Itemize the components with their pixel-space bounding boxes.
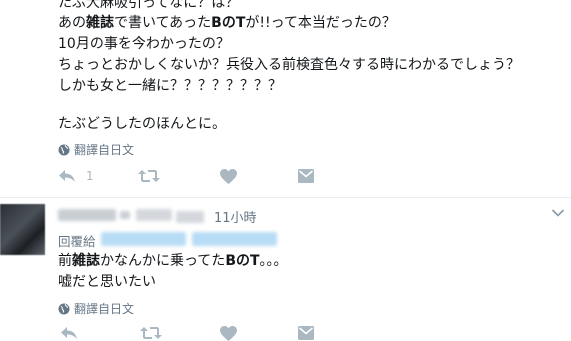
dm-button[interactable] <box>298 169 314 183</box>
handle-redacted[interactable] <box>136 209 172 221</box>
retweet-icon <box>140 327 162 339</box>
reply-button[interactable]: 1 <box>58 169 94 183</box>
reply-to-handle-redacted-2[interactable] <box>192 232 277 246</box>
tweet-1-line-7: たぶどうしたのほんとに。 <box>58 116 226 132</box>
dm-icon <box>298 326 314 340</box>
globe-icon <box>58 144 70 155</box>
avatar[interactable] <box>0 204 45 255</box>
display-name-redacted[interactable] <box>58 209 116 221</box>
translate-link[interactable]: 翻譯自日文 <box>58 141 134 158</box>
reply-count: 1 <box>86 169 94 183</box>
reply-button-2[interactable] <box>60 326 78 340</box>
tweet-1: たぶ大麻吸引ってなに？は？ あの雑誌で書いてあったBのTが!!って本当だったの？… <box>0 0 571 197</box>
reply-icon <box>59 170 75 182</box>
tweet-2-line-2: 嘘だと思いたい <box>58 274 156 290</box>
retweet-button-2[interactable] <box>140 326 162 340</box>
tweet-2-keyword-magazine: 雑誌 <box>72 253 100 269</box>
tweet-2-line-1-pre: 前 <box>58 253 72 269</box>
tweet-time[interactable]: 11小時 <box>214 207 257 226</box>
tweet-2-line-1: 前雑誌かなんかに乗ってたBのT。。。 <box>58 251 288 272</box>
like-button[interactable] <box>220 169 237 184</box>
handle-redacted-2 <box>176 211 204 223</box>
reply-to-handle-redacted[interactable] <box>101 232 186 246</box>
translate-label-2: 翻譯自日文 <box>74 302 135 316</box>
reply-icon <box>61 327 77 339</box>
tweet-1-line-2: あの雑誌で書いてあったBのTが!!って本当だったの？ <box>58 13 396 34</box>
dm-icon <box>298 169 314 183</box>
tweet-divider <box>0 197 571 198</box>
translate-link-2[interactable]: 翻譯自日文 <box>58 300 134 317</box>
globe-icon <box>58 303 70 314</box>
dm-button-2[interactable] <box>298 326 314 340</box>
translate-label: 翻譯自日文 <box>74 143 135 157</box>
caret-down-icon[interactable] <box>551 207 565 219</box>
tweet-1-line-3: 10月の事を今わかったの？ <box>58 36 230 52</box>
tweet-1-line-5: しかも女と一緒に？？？？？？？？ <box>58 78 282 94</box>
tweet-2-line-1-post: 。。。 <box>259 253 288 269</box>
like-icon <box>220 169 237 184</box>
tweet-1-line-1: たぶ大麻吸引ってなに？は？ <box>58 0 240 11</box>
retweet-icon <box>138 170 160 182</box>
reply-to-label: 回覆給 <box>58 234 96 249</box>
tweet-2-keyword-bot: BのT <box>225 253 260 269</box>
tweet-1-line-4: ちょっとおかしくないか？兵役入る前検査色々する時にわかるでしょう？ <box>58 57 520 73</box>
display-name-redacted-2 <box>120 211 130 219</box>
tweet-1-line-2-text: あの雑誌で書いてあったBのTが!!って本当だったの？ <box>58 15 396 31</box>
tweet-2-line-1-mid: かなんかに乗ってた <box>100 253 226 269</box>
retweet-button[interactable] <box>138 169 160 183</box>
